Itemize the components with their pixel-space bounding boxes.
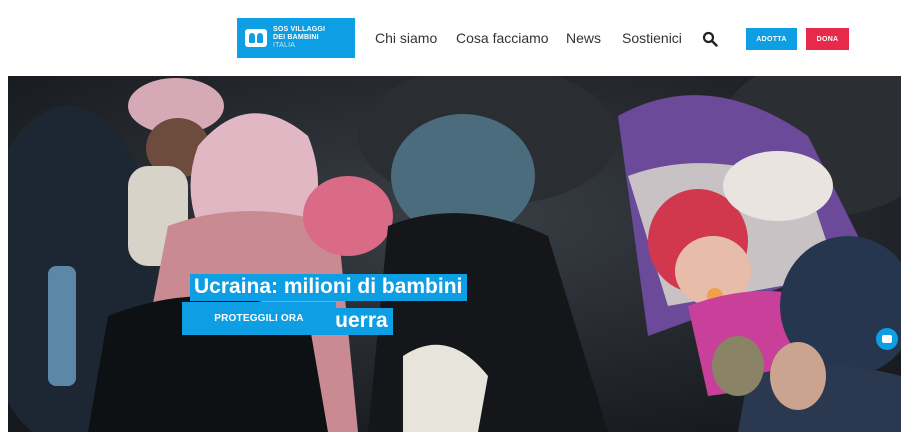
logo-line2: DEI BAMBINI xyxy=(273,34,319,41)
sos-villaggi-logo[interactable]: SOS VILLAGGI DEI BAMBINI ITALIA xyxy=(237,18,355,58)
floating-sos-badge-icon[interactable] xyxy=(876,328,898,350)
hero-banner: Ucraina: milioni di bambini in fuga dall… xyxy=(8,76,901,432)
site-header: SOS VILLAGGI DEI BAMBINI ITALIA Chi siam… xyxy=(0,0,901,76)
adopt-button[interactable]: ADOTTA xyxy=(746,28,797,50)
logo-mark-icon xyxy=(245,29,267,47)
hero-headline-line1: Ucraina: milioni di bambini xyxy=(190,274,468,301)
search-icon[interactable] xyxy=(702,31,718,47)
logo-line3: ITALIA xyxy=(273,42,296,49)
donate-button[interactable]: DONA xyxy=(806,28,849,50)
nav-sostienici[interactable]: Sostienici xyxy=(622,30,682,46)
logo-line1: SOS VILLAGGI xyxy=(273,26,326,33)
protect-cta-button[interactable]: PROTEGGILI ORA xyxy=(182,302,336,335)
nav-news[interactable]: News xyxy=(566,30,601,46)
hero-photo xyxy=(8,76,901,432)
nav-cosa-facciamo[interactable]: Cosa facciamo xyxy=(456,30,549,46)
nav-chi-siamo[interactable]: Chi siamo xyxy=(375,30,437,46)
